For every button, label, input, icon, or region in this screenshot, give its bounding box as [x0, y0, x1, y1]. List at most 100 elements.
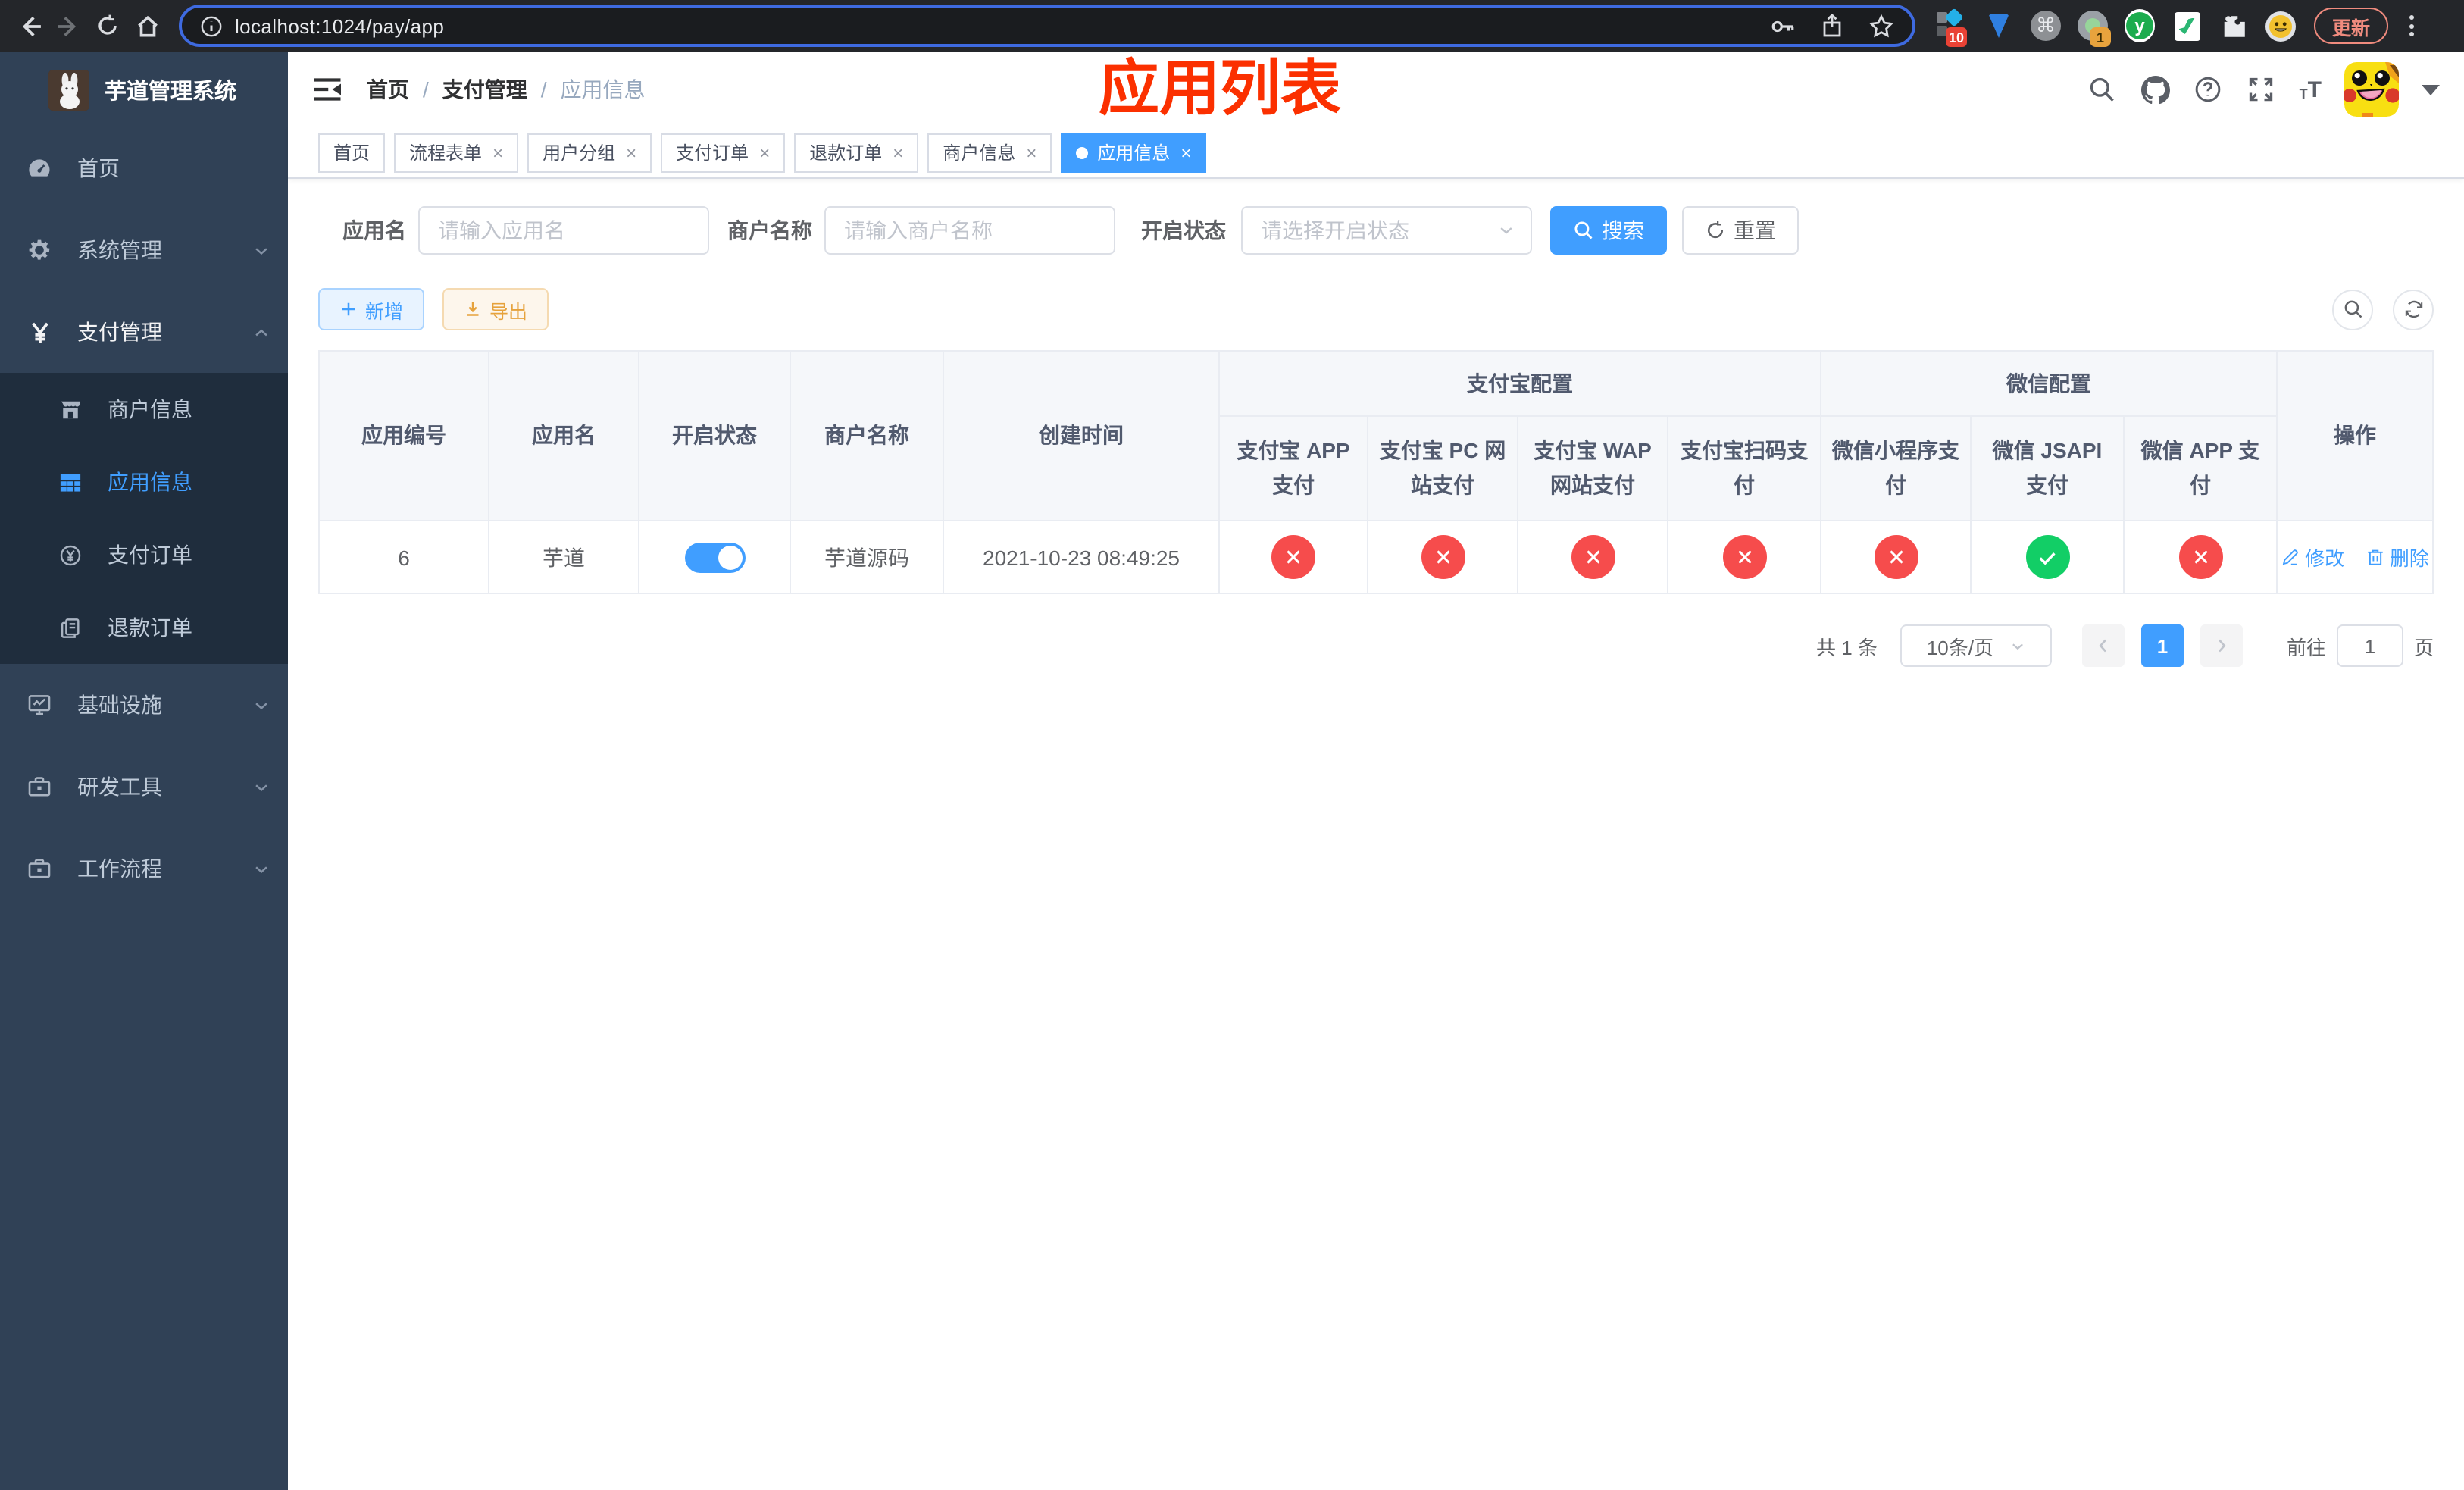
chevron-down-icon — [253, 696, 270, 713]
breadcrumb-item[interactable]: 支付管理 — [442, 74, 527, 105]
next-page-button[interactable] — [2200, 624, 2243, 667]
enabled-toggle[interactable] — [684, 542, 745, 572]
trash-icon — [2368, 549, 2383, 565]
goto-page-input[interactable] — [2336, 624, 2403, 667]
sidebar-item-system[interactable]: 系统管理 — [0, 209, 288, 291]
profile-avatar-icon[interactable] — [2265, 11, 2296, 41]
breadcrumb: 首页 / 支付管理 / 应用信息 — [367, 74, 646, 105]
status-alipay-qr-icon — [1722, 535, 1766, 579]
page-number-current[interactable]: 1 — [2140, 624, 2184, 667]
chevron-left-icon — [2099, 639, 2106, 653]
browser-menu-icon[interactable] — [2400, 9, 2423, 42]
extension-badge: 10 — [1946, 27, 1968, 47]
tag-pay-order[interactable]: 支付订单 × — [661, 133, 786, 172]
chevron-down-icon[interactable] — [2422, 84, 2440, 95]
export-button[interactable]: 导出 — [442, 288, 549, 330]
col-group-alipay: 支付宝配置 — [1218, 350, 1821, 417]
info-icon[interactable] — [200, 14, 223, 37]
navbar: 首页 / 支付管理 / 应用信息 应用列表 T T — [288, 52, 2464, 127]
tag-refund-order[interactable]: 退款订单 × — [794, 133, 919, 172]
page-size-select[interactable]: 10条/页 — [1900, 624, 2052, 667]
share-icon[interactable] — [1820, 14, 1844, 38]
extension-lens-icon[interactable]: 1 — [2078, 11, 2111, 47]
reset-button[interactable]: 重置 — [1682, 206, 1799, 255]
status-alipay-wap-icon — [1571, 535, 1615, 579]
sidebar-item-refund-order[interactable]: 退款订单 — [0, 591, 288, 664]
sidebar-item-pay-order[interactable]: 支付订单 — [0, 518, 288, 591]
cell-app-id: 6 — [318, 520, 489, 594]
chevron-up-icon — [253, 324, 270, 340]
fullscreen-icon[interactable] — [2247, 74, 2277, 105]
close-icon[interactable]: × — [492, 142, 503, 163]
tag-flow-form[interactable]: 流程表单 × — [394, 133, 519, 172]
status-label: 开启状态 — [1141, 218, 1226, 243]
sidebar-item-workflow[interactable]: 工作流程 — [0, 828, 288, 909]
delete-button[interactable]: 删除 — [2366, 543, 2429, 571]
col-header-alipay-pc: 支付宝 PC 网站支付 — [1367, 415, 1518, 521]
edit-button[interactable]: 修改 — [2281, 543, 2344, 571]
home-icon[interactable] — [127, 6, 167, 45]
merchant-name-input[interactable] — [824, 206, 1115, 255]
status-select[interactable]: 请选择开启状态 — [1241, 206, 1532, 255]
header-search-icon[interactable] — [2087, 74, 2118, 105]
sidebar-item-label: 工作流程 — [77, 856, 162, 881]
monitor-chart-icon — [27, 693, 52, 717]
tag-merchant-info[interactable]: 商户信息 × — [927, 133, 1052, 172]
forward-icon[interactable] — [48, 6, 88, 45]
app-name-input[interactable] — [418, 206, 709, 255]
table-row: 6 芋道 芋道源码 2021-10-23 08:49:25 修改 删除 — [318, 520, 2434, 594]
col-header-wx-lite: 微信小程序支付 — [1820, 415, 1972, 521]
prev-page-button[interactable] — [2081, 624, 2125, 667]
show-search-toggle-button[interactable] — [2332, 289, 2373, 330]
extension-grid-icon[interactable]: 10 — [1937, 8, 1968, 47]
user-avatar[interactable] — [2344, 62, 2399, 117]
close-icon[interactable]: × — [1180, 142, 1191, 163]
extension-kite-icon[interactable] — [1984, 11, 2014, 41]
pagination: 共 1 条 10条/页 1 前往 页 — [318, 624, 2434, 667]
sidebar-item-app-info[interactable]: 应用信息 — [0, 446, 288, 518]
search-button[interactable]: 搜索 — [1550, 206, 1667, 255]
sidebar-collapse-icon[interactable] — [312, 74, 342, 105]
sidebar-item-label: 支付订单 — [108, 543, 192, 567]
close-icon[interactable]: × — [759, 142, 770, 163]
back-icon[interactable] — [9, 6, 48, 45]
tag-app-info-active[interactable]: 应用信息 × — [1061, 133, 1207, 172]
bookmark-star-icon[interactable] — [1868, 13, 1894, 39]
help-icon[interactable] — [2194, 74, 2224, 105]
col-header-wx-app: 微信 APP 支付 — [2123, 415, 2278, 521]
tag-user-group[interactable]: 用户分组 × — [527, 133, 652, 172]
url-bar[interactable]: localhost:1024/pay/app — [179, 5, 1915, 47]
extension-command-icon[interactable]: ⌘ — [2031, 11, 2061, 41]
refresh-table-button[interactable] — [2393, 289, 2434, 330]
sidebar-item-home[interactable]: 首页 — [0, 127, 288, 209]
col-header-alipay-app: 支付宝 APP 支付 — [1218, 415, 1368, 521]
github-icon[interactable] — [2140, 74, 2171, 105]
sidebar-item-merchant-info[interactable]: 商户信息 — [0, 373, 288, 446]
breadcrumb-item[interactable]: 首页 — [367, 74, 409, 105]
sidebar-item-payment[interactable]: 支付管理 — [0, 291, 288, 373]
sidebar-item-infrastructure[interactable]: 基础设施 — [0, 664, 288, 746]
col-header-op: 操作 — [2276, 350, 2434, 521]
extensions-puzzle-icon[interactable] — [2219, 11, 2249, 41]
payment-submenu: 商户信息 应用信息 支付订单 退款订单 — [0, 373, 288, 664]
tag-home[interactable]: 首页 — [318, 133, 386, 172]
key-icon[interactable] — [1770, 13, 1796, 39]
sidebar-logo[interactable]: 芋道管理系统 — [0, 52, 288, 127]
add-button[interactable]: 新增 — [318, 288, 425, 330]
extension-y-icon[interactable]: y — [2125, 9, 2155, 42]
status-wx-lite-icon — [1874, 535, 1918, 579]
sidebar: 芋道管理系统 首页 系统管理 支付管理 商户信息 应用信息 支付订单 退款订单 … — [0, 52, 288, 1490]
reload-icon[interactable] — [88, 6, 127, 45]
briefcase-icon — [27, 775, 52, 799]
close-icon[interactable]: × — [893, 142, 903, 163]
close-icon[interactable]: × — [1026, 142, 1037, 163]
extension-doc-icon[interactable] — [2172, 11, 2202, 41]
font-size-icon[interactable]: TT — [2300, 78, 2322, 101]
url-text[interactable]: localhost:1024/pay/app — [235, 14, 444, 37]
sidebar-item-dev-tools[interactable]: 研发工具 — [0, 746, 288, 828]
active-dot — [1076, 146, 1089, 158]
breadcrumb-separator: / — [423, 77, 429, 102]
close-icon[interactable]: × — [626, 142, 636, 163]
browser-update-button[interactable]: 更新 — [2314, 8, 2389, 44]
sidebar-item-label: 退款订单 — [108, 615, 192, 640]
